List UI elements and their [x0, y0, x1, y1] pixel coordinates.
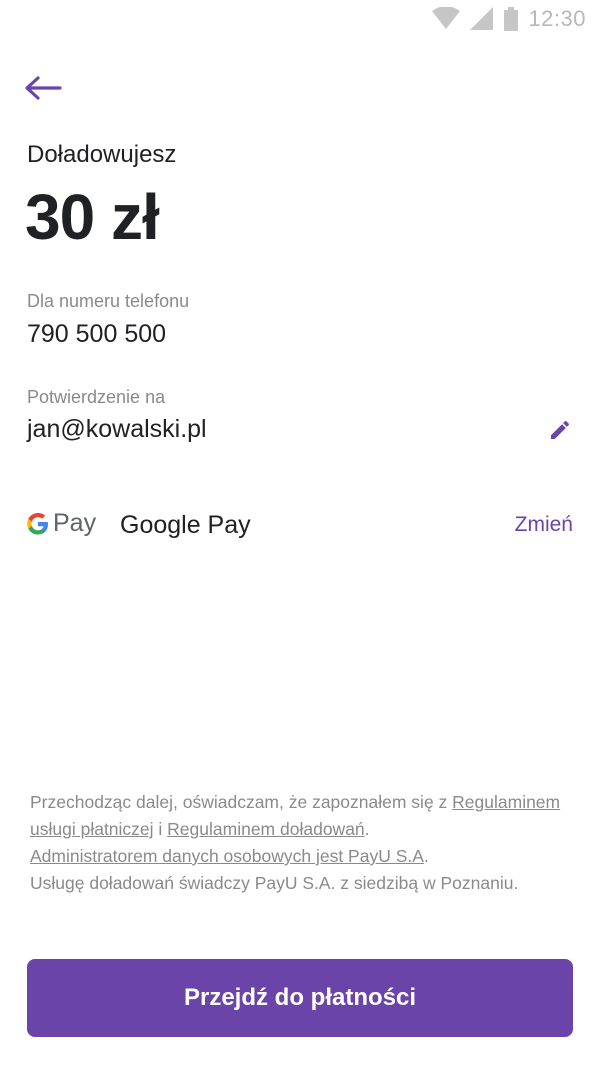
phone-label: Dla numeru telefonu [27, 291, 190, 311]
disclaimer-text-2: i [153, 819, 168, 839]
confirmation-email: jan@kowalski.pl [27, 415, 207, 443]
status-icons: 12:30 [432, 6, 586, 32]
back-button[interactable] [24, 70, 68, 106]
status-time: 12:30 [528, 6, 586, 31]
arrow-left-icon [25, 76, 62, 100]
topup-terms-link[interactable]: Regulaminem doładowań [167, 819, 364, 839]
data-administrator-link[interactable]: Administratorem danych osobowych jest Pa… [30, 846, 424, 866]
confirmation-label: Potwierdzenie na [27, 387, 166, 407]
payment-method-row: Pay Google Pay Zmień [27, 505, 573, 549]
disclaimer-text-5: Usługę doładowań świadczy PayU S.A. z si… [30, 873, 519, 893]
google-pay-logo: Pay [27, 509, 96, 538]
google-g-icon [27, 512, 48, 534]
payment-method-name: Google Pay [120, 511, 251, 539]
change-payment-link[interactable]: Zmień [515, 513, 573, 537]
pencil-icon [551, 420, 570, 439]
battery-icon [504, 7, 519, 31]
legal-disclaimer: Przechodząc dalej, oświadczam, że zapozn… [30, 789, 570, 897]
proceed-to-payment-button[interactable]: Przejdź do płatności [27, 959, 573, 1037]
disclaimer-text-3: . [364, 819, 370, 839]
topup-label: Doładowujesz [27, 141, 177, 168]
edit-email-button[interactable] [548, 418, 572, 442]
google-pay-logo-text: Pay [53, 509, 97, 537]
signal-icon [470, 7, 494, 30]
status-bar: 12:30 [0, 0, 600, 40]
disclaimer-text-1: Przechodząc dalej, oświadczam, że zapozn… [30, 792, 453, 812]
proceed-to-payment-label: Przejdź do płatności [183, 984, 417, 1011]
topup-amount: 30 zł [25, 181, 160, 253]
disclaimer-text-4: . [423, 846, 429, 866]
wifi-icon [432, 7, 461, 29]
phone-value: 790 500 500 [27, 320, 167, 348]
